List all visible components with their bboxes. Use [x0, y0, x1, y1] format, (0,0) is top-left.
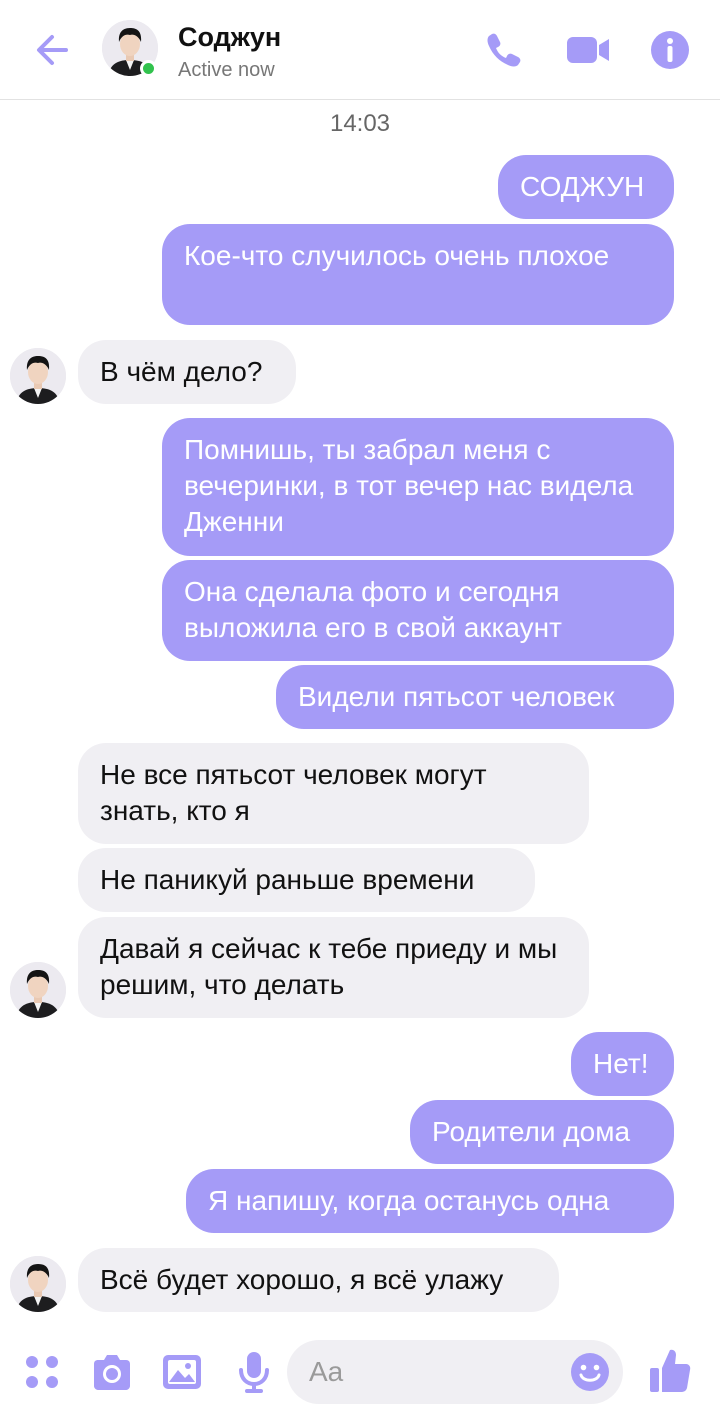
message-outgoing[interactable]: Видели пятьсот человек [276, 665, 674, 729]
contact-avatar-small[interactable] [10, 1256, 66, 1312]
message-incoming[interactable]: Не все пятьсот человек могут знать, кто … [78, 743, 589, 844]
voice-message-button[interactable] [232, 1350, 276, 1394]
message-incoming[interactable]: Всё будет хорошо, я всё улажу [78, 1248, 559, 1312]
back-button[interactable] [30, 28, 74, 72]
online-indicator [140, 60, 157, 77]
message-incoming[interactable]: Не паникуй раньше времени [78, 848, 535, 912]
contact-status: Active now [178, 59, 275, 81]
video-camera-icon [567, 37, 609, 63]
gallery-button[interactable] [160, 1350, 204, 1394]
four-dots-icon [26, 1356, 58, 1388]
message-outgoing[interactable]: СОДЖУН [498, 155, 674, 219]
thumbs-up-icon [650, 1349, 691, 1392]
camera-button[interactable] [90, 1350, 134, 1394]
camera-icon [94, 1355, 130, 1390]
menu-button[interactable] [20, 1350, 64, 1394]
like-button[interactable] [648, 1346, 692, 1392]
message-outgoing[interactable]: Родители дома [410, 1100, 674, 1164]
conversation-timestamp: 14:03 [329, 110, 391, 137]
contact-avatar-small[interactable] [10, 348, 66, 404]
message-input-container[interactable] [287, 1340, 623, 1404]
info-button[interactable] [648, 28, 692, 72]
message-outgoing[interactable]: Я напишу, когда останусь одна [186, 1169, 674, 1233]
image-icon [163, 1355, 201, 1389]
microphone-icon [239, 1352, 269, 1393]
message-input[interactable] [309, 1340, 569, 1404]
contact-name[interactable]: Соджун [178, 22, 281, 53]
video-call-button[interactable] [566, 28, 610, 72]
emoji-button[interactable] [569, 1351, 611, 1393]
phone-icon [487, 33, 521, 67]
message-outgoing[interactable]: Кое-что случилось очень плохое [162, 224, 674, 325]
message-incoming[interactable]: В чём дело? [78, 340, 296, 404]
call-button[interactable] [482, 28, 526, 72]
emoji-icon [571, 1353, 609, 1391]
message-composer [0, 1330, 720, 1424]
back-arrow-icon [37, 35, 68, 65]
message-outgoing[interactable]: Нет! [571, 1032, 674, 1096]
message-outgoing[interactable]: Помнишь, ты забрал меня с вечеринки, в т… [162, 418, 674, 556]
chat-header: Соджун Active now [0, 0, 720, 100]
message-incoming[interactable]: Давай я сейчас к тебе приеду и мы решим,… [78, 917, 589, 1018]
contact-avatar-small[interactable] [10, 962, 66, 1018]
info-icon [651, 31, 689, 69]
message-outgoing[interactable]: Она сделала фото и сегодня выложила его … [162, 560, 674, 661]
